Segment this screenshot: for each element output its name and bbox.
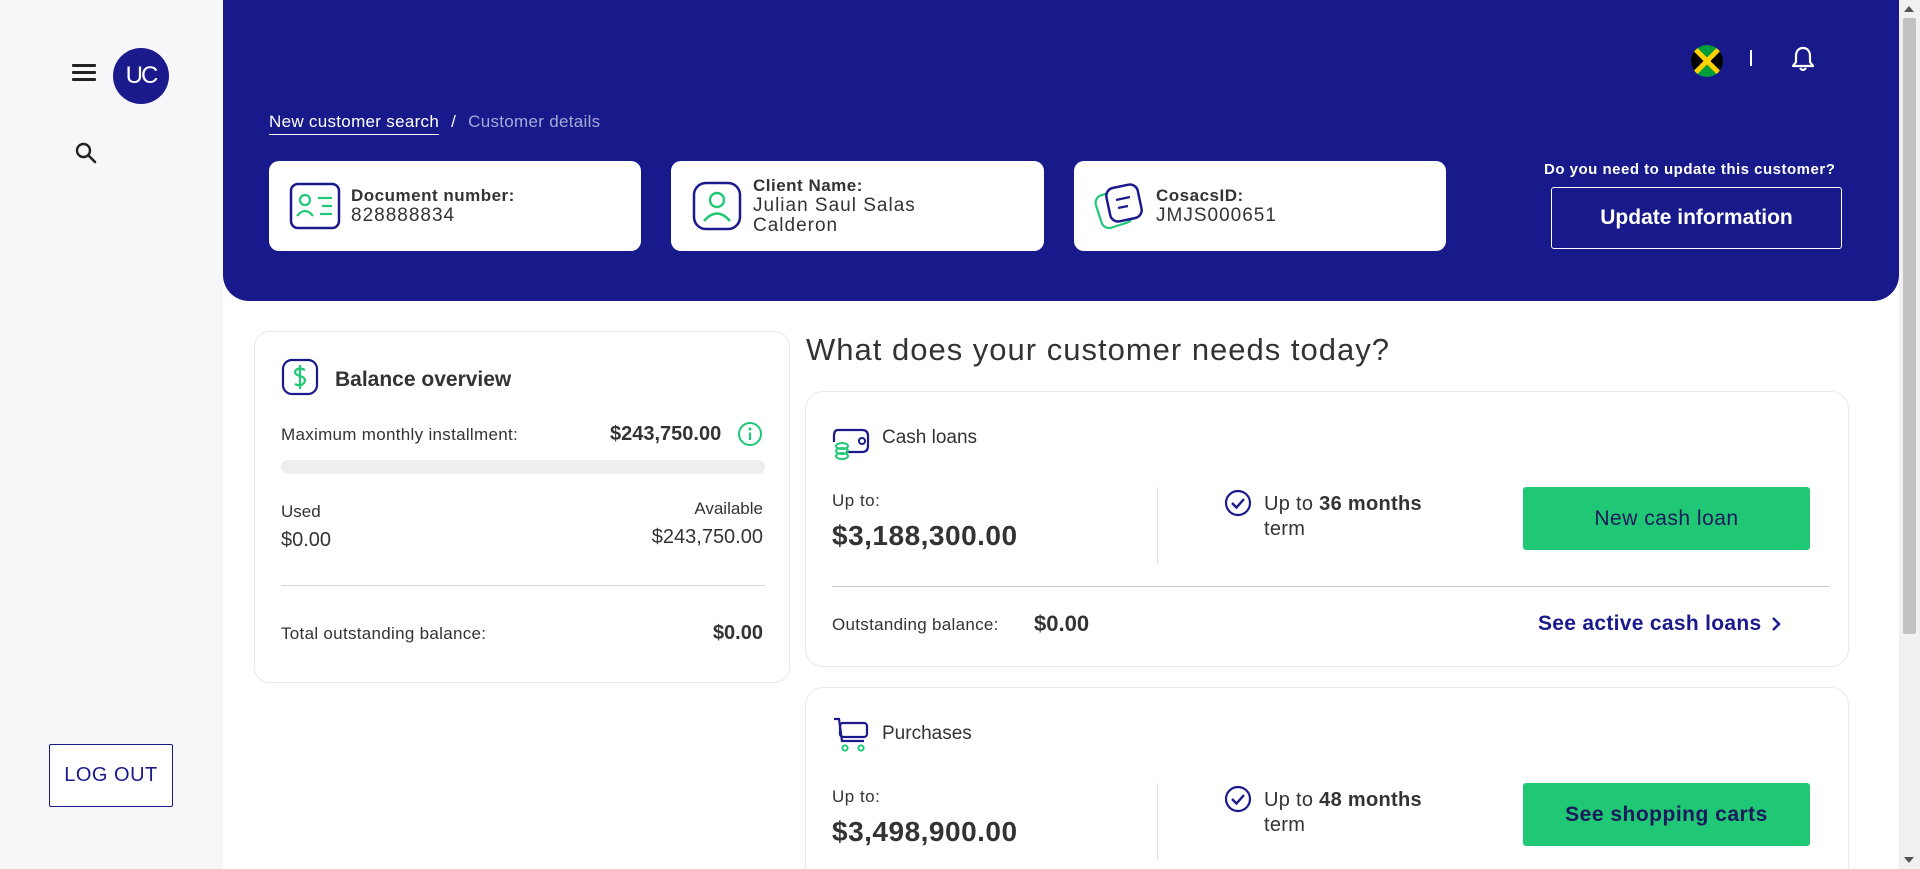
customer-header	[223, 0, 1899, 301]
scroll-up-arrow-icon[interactable]	[1904, 6, 1914, 12]
max-monthly-installment-value: $243,750.00	[610, 423, 722, 445]
cash-term: Up to 36 months term	[1264, 492, 1422, 542]
purchases-term: Up to 48 months term	[1264, 788, 1422, 838]
balance-overview-title: Balance overview	[335, 368, 512, 391]
hamburger-icon[interactable]	[72, 64, 96, 84]
dollar-icon	[281, 358, 319, 396]
document-number-label: Document number:	[351, 186, 515, 205]
see-active-cash-loans-label: See active cash loans	[1538, 612, 1762, 635]
outstanding-balance-label: Outstanding balance:	[832, 615, 999, 634]
update-information-button[interactable]: Update information	[1551, 187, 1842, 249]
cash-vertical-divider	[1157, 487, 1158, 565]
used-label: Used	[281, 502, 321, 521]
cash-loans-title: Cash loans	[882, 427, 978, 448]
total-outstanding-value: $0.00	[712, 622, 763, 644]
client-name-value-line1: Julian Saul Salas	[753, 195, 916, 216]
client-name-label: Client Name:	[753, 176, 863, 195]
max-monthly-installment-label: Maximum monthly installment:	[281, 425, 519, 444]
breadcrumb: New customer search / Customer details	[269, 112, 600, 135]
shopping-cart-icon	[832, 715, 870, 753]
sidebar: UC LOG OUT	[0, 0, 223, 869]
purchases-term-prefix: Up to	[1264, 789, 1314, 811]
document-number-value: 828888834	[351, 205, 456, 226]
scroll-down-arrow-icon[interactable]	[1904, 857, 1914, 863]
update-question: Do you need to update this customer?	[1544, 161, 1836, 178]
user-icon	[691, 180, 743, 232]
info-icon[interactable]	[737, 421, 763, 447]
cash-loans-icon	[832, 422, 870, 460]
total-outstanding-label: Total outstanding balance:	[281, 624, 487, 643]
scroll-thumb[interactable]	[1903, 18, 1916, 634]
available-label: Available	[694, 499, 763, 518]
see-shopping-carts-button[interactable]: See shopping carts	[1523, 783, 1810, 846]
purchases-upto-value: $3,498,900.00	[832, 816, 1018, 847]
document-icon	[1094, 180, 1146, 232]
installment-usage-bar	[281, 460, 765, 474]
cosacs-id-card: CosacsID: JMJS000651	[1074, 161, 1446, 251]
cash-term-prefix: Up to	[1264, 493, 1314, 515]
divider	[281, 585, 765, 586]
client-name-value-line2: Calderon	[753, 215, 839, 236]
chevron-right-icon	[1772, 617, 1782, 631]
purchases-vertical-divider	[1157, 783, 1158, 861]
cash-upto-label: Up to:	[832, 491, 881, 510]
check-circle-icon	[1224, 489, 1252, 517]
bell-icon[interactable]	[1790, 45, 1816, 73]
check-circle-icon	[1224, 785, 1252, 813]
see-active-cash-loans-link[interactable]: See active cash loans	[1538, 612, 1782, 636]
cash-upto-value: $3,188,300.00	[832, 520, 1018, 551]
cash-divider	[832, 586, 1829, 587]
page-title: What does your customer needs today?	[806, 332, 1390, 367]
cash-loans-card: Cash loans Up to: $3,188,300.00 Up to 36…	[805, 391, 1849, 667]
purchases-term-months: 48 months	[1319, 789, 1422, 811]
cash-term-suffix: term	[1264, 518, 1306, 540]
available-value: $243,750.00	[651, 526, 763, 548]
cosacs-id-value: JMJS000651	[1156, 205, 1277, 226]
document-number-card: Document number: 828888834	[269, 161, 641, 251]
page-scrollbar[interactable]	[1899, 0, 1920, 869]
outstanding-balance-value: $0.00	[1034, 611, 1090, 636]
breadcrumb-separator: /	[451, 112, 457, 131]
search-icon[interactable]	[74, 141, 98, 165]
app-logo[interactable]: UC	[113, 48, 169, 104]
breadcrumb-link-new-customer-search[interactable]: New customer search	[269, 112, 440, 135]
used-value: $0.00	[281, 529, 332, 551]
breadcrumb-current: Customer details	[468, 112, 601, 131]
new-cash-loan-button[interactable]: New cash loan	[1523, 487, 1810, 550]
balance-overview-card: Balance overview Maximum monthly install…	[254, 331, 790, 683]
id-card-icon	[289, 180, 341, 232]
logout-button[interactable]: LOG OUT	[49, 744, 173, 807]
purchases-upto-label: Up to:	[832, 787, 881, 806]
client-name-card: Client Name: Julian Saul Salas Calderon	[671, 161, 1044, 251]
header-divider	[1750, 50, 1752, 66]
cosacs-id-label: CosacsID:	[1156, 186, 1244, 205]
cash-term-months: 36 months	[1319, 493, 1422, 515]
purchases-term-suffix: term	[1264, 814, 1306, 836]
jamaica-flag-icon[interactable]	[1691, 45, 1723, 77]
purchases-title: Purchases	[882, 723, 972, 744]
purchases-card: Purchases Up to: $3,498,900.00 Up to 48 …	[805, 687, 1849, 869]
